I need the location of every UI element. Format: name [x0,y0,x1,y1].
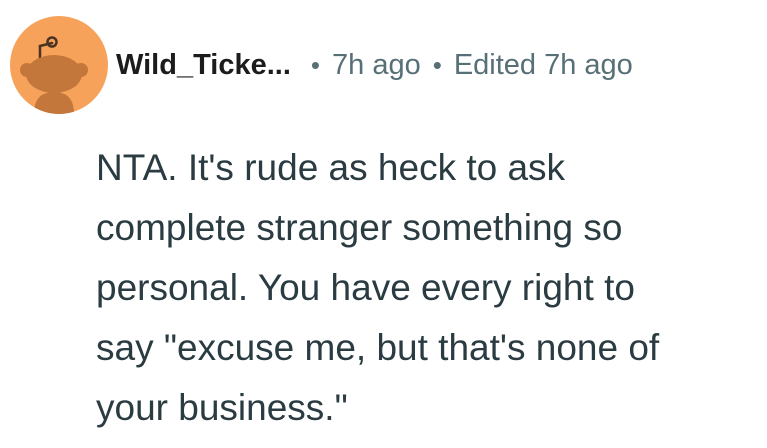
comment-line: say "excuse me, but that's none of [96,327,660,368]
comment-line: personal. You have every right to [96,267,635,308]
comment-card: Wild_Ticke... • 7h ago • Edited 7h ago N… [0,0,767,448]
comment-body: NTA. It's rude as heck to ask complete s… [96,138,746,438]
comment-line: complete stranger something so [96,207,623,248]
user-avatar[interactable] [10,16,108,114]
separator-dot: • [310,50,320,80]
snoo-avatar-icon [20,36,88,114]
comment-meta: • 7h ago • Edited 7h ago [311,49,633,82]
edited-timestamp: Edited 7h ago [453,48,633,81]
separator-dot: • [432,50,442,80]
comment-line: NTA. It's rude as heck to ask [96,147,566,188]
comment-timestamp[interactable]: 7h ago [332,49,421,82]
comment-line: your business." [96,387,348,428]
username-link[interactable]: Wild_Ticke... [116,49,291,82]
comment-header: Wild_Ticke... • 7h ago • Edited 7h ago [10,16,633,114]
